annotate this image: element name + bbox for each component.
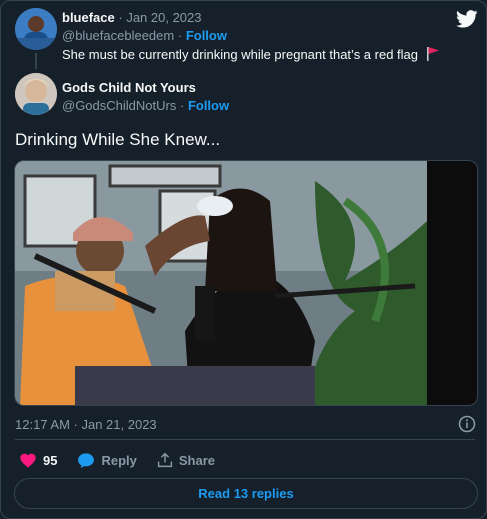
reply-label: Reply [101, 452, 137, 468]
tweet-media-video[interactable] [14, 160, 478, 406]
author-avatar[interactable] [15, 73, 57, 115]
thread-connector [35, 53, 37, 69]
blueface-avatar[interactable] [15, 8, 57, 50]
tweet-timestamp[interactable]: 12:17 AM · Jan 21, 2023 [15, 417, 157, 432]
reply-bubble-icon [78, 452, 95, 468]
read-replies-label: Read 13 replies [198, 486, 294, 501]
like-action[interactable]: 95 [19, 452, 57, 468]
parent-handle[interactable]: @bluefacebleedem [62, 28, 174, 43]
share-action[interactable]: Share [157, 452, 215, 468]
read-replies-button[interactable]: Read 13 replies [14, 478, 478, 509]
author-handle[interactable]: @GodsChildNotUrs [62, 98, 176, 113]
share-icon [157, 452, 172, 468]
embedded-tweet-card: blueface · Jan 20, 2023 @bluefacebleedem… [0, 0, 487, 519]
video-frame-image [15, 161, 477, 405]
author-separator: · [179, 98, 185, 113]
parent-tweet-text: She must be currently drinking while pre… [62, 47, 419, 62]
red-flag-icon [426, 47, 439, 61]
tweet-actions: 95 Reply Share [19, 450, 235, 470]
like-count: 95 [43, 452, 58, 468]
share-label: Share [178, 452, 216, 468]
parent-separator: · [177, 28, 183, 43]
info-icon[interactable] [458, 415, 476, 433]
divider [15, 439, 475, 440]
twitter-bird-icon[interactable] [456, 10, 478, 28]
parent-author-name[interactable]: blueface [62, 10, 115, 25]
parent-date[interactable]: · Jan 20, 2023 [118, 10, 201, 25]
tweet-text: Drinking While She Knew... [15, 130, 221, 149]
parent-follow-button[interactable]: Follow [186, 28, 227, 43]
author-name[interactable]: Gods Child Not Yours [62, 80, 196, 95]
reply-action[interactable]: Reply [77, 452, 137, 469]
heart-icon [20, 453, 36, 468]
author-follow-button[interactable]: Follow [188, 98, 229, 113]
